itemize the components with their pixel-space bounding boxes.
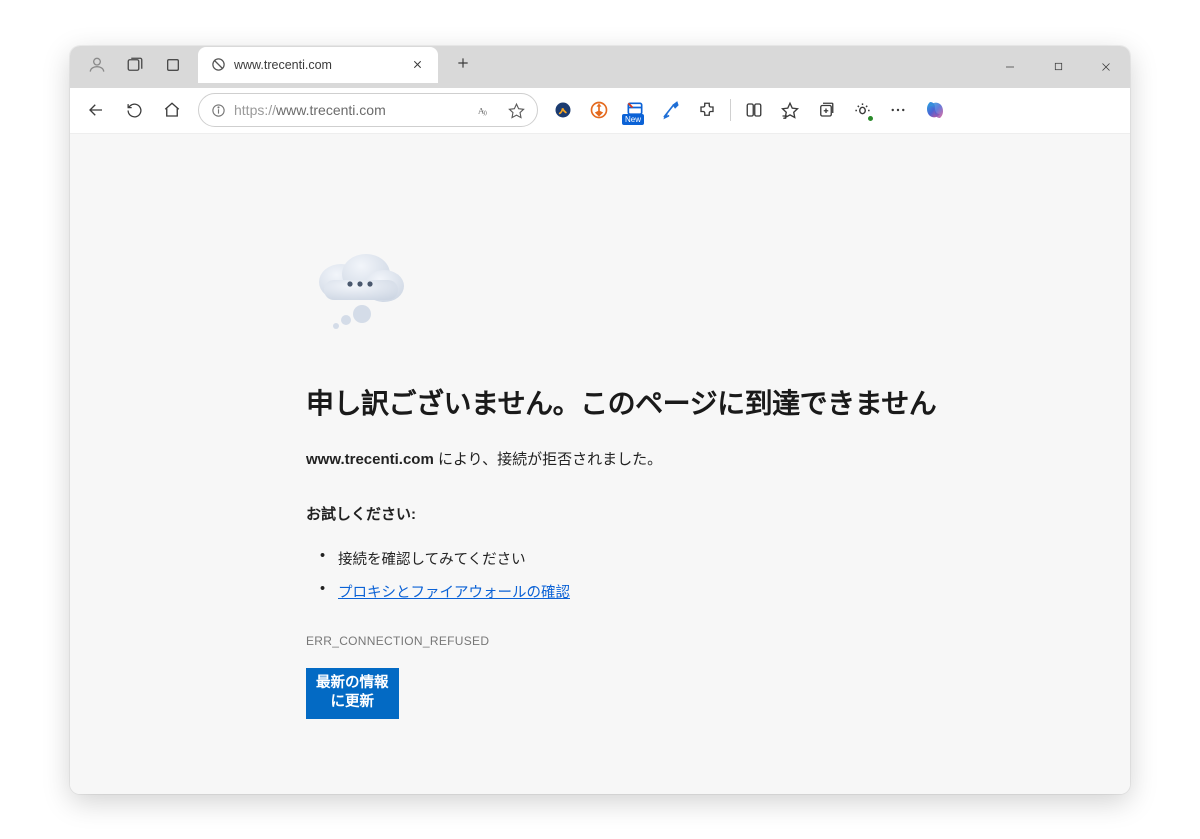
read-aloud-icon[interactable]: A)) bbox=[469, 95, 499, 125]
favorite-icon[interactable] bbox=[501, 95, 531, 125]
site-info-icon[interactable] bbox=[211, 103, 226, 118]
profile-icon[interactable] bbox=[80, 48, 114, 82]
toolbar-divider bbox=[730, 99, 731, 121]
url-text: https://www.trecenti.com bbox=[234, 102, 461, 118]
browser-window: www.trecenti.com bbox=[70, 46, 1130, 794]
url-host: www.trecenti.com bbox=[276, 102, 386, 118]
error-subtitle: www.trecenti.com により、接続が拒否されました。 bbox=[306, 448, 1066, 469]
address-bar-actions: A)) bbox=[469, 95, 531, 125]
extension-4-icon[interactable] bbox=[654, 93, 688, 127]
close-window-button[interactable] bbox=[1082, 46, 1130, 88]
workspaces-icon[interactable] bbox=[118, 48, 152, 82]
extension-new-badge: New bbox=[622, 114, 644, 125]
try-list: 接続を確認してみてください プロキシとファイアウォールの確認 bbox=[306, 542, 1066, 608]
minimize-button[interactable] bbox=[986, 46, 1034, 88]
error-subtitle-rest: により、接続が拒否されました。 bbox=[434, 451, 662, 468]
performance-status-dot bbox=[867, 115, 874, 122]
extensions-menu-icon[interactable] bbox=[690, 93, 724, 127]
titlebar-left: www.trecenti.com bbox=[70, 46, 482, 88]
copilot-icon[interactable] bbox=[917, 92, 953, 128]
proxy-firewall-link[interactable]: プロキシとファイアウォールの確認 bbox=[338, 585, 570, 601]
error-cloud-icon bbox=[306, 244, 416, 334]
insecure-icon bbox=[210, 57, 226, 73]
try-heading: お試しください: bbox=[306, 503, 1066, 524]
tab-close-button[interactable] bbox=[406, 54, 428, 76]
tab-actions-icon[interactable] bbox=[156, 48, 190, 82]
page-content: 申し訳ございません。このページに到達できません www.trecenti.com… bbox=[70, 134, 1130, 794]
more-menu-icon[interactable] bbox=[881, 93, 915, 127]
extension-3-icon[interactable]: New bbox=[618, 93, 652, 127]
titlebar: www.trecenti.com bbox=[70, 46, 1130, 88]
split-screen-icon[interactable] bbox=[737, 93, 771, 127]
toolbar: https://www.trecenti.com A)) New bbox=[70, 88, 1130, 134]
new-tab-button[interactable] bbox=[448, 48, 478, 78]
back-button[interactable] bbox=[78, 92, 114, 128]
url-protocol: https:// bbox=[234, 102, 276, 118]
collections-icon[interactable] bbox=[809, 93, 843, 127]
favorites-icon[interactable] bbox=[773, 93, 807, 127]
browser-tab[interactable]: www.trecenti.com bbox=[198, 47, 438, 83]
home-button[interactable] bbox=[154, 92, 190, 128]
tab-title: www.trecenti.com bbox=[234, 58, 398, 72]
extensions-row: New bbox=[546, 92, 953, 128]
try-item-proxy-firewall: プロキシとファイアウォールの確認 bbox=[314, 575, 1066, 608]
try-item-check-connection: 接続を確認してみてください bbox=[314, 542, 1066, 575]
refresh-label-line1: 最新の情報 bbox=[316, 675, 389, 691]
window-controls bbox=[986, 46, 1130, 88]
error-host: www.trecenti.com bbox=[306, 451, 434, 468]
refresh-label-line2: に更新 bbox=[331, 694, 375, 710]
error-heading: 申し訳ございません。このページに到達できません bbox=[306, 382, 1066, 422]
performance-icon[interactable] bbox=[845, 93, 879, 127]
refresh-button[interactable] bbox=[116, 92, 152, 128]
extension-1-icon[interactable] bbox=[546, 93, 580, 127]
svg-text:)): )) bbox=[483, 111, 487, 117]
extension-2-icon[interactable] bbox=[582, 93, 616, 127]
refresh-page-button[interactable]: 最新の情報 に更新 bbox=[306, 668, 399, 719]
error-code: ERR_CONNECTION_REFUSED bbox=[306, 634, 1066, 648]
maximize-button[interactable] bbox=[1034, 46, 1082, 88]
address-bar[interactable]: https://www.trecenti.com A)) bbox=[198, 93, 538, 127]
